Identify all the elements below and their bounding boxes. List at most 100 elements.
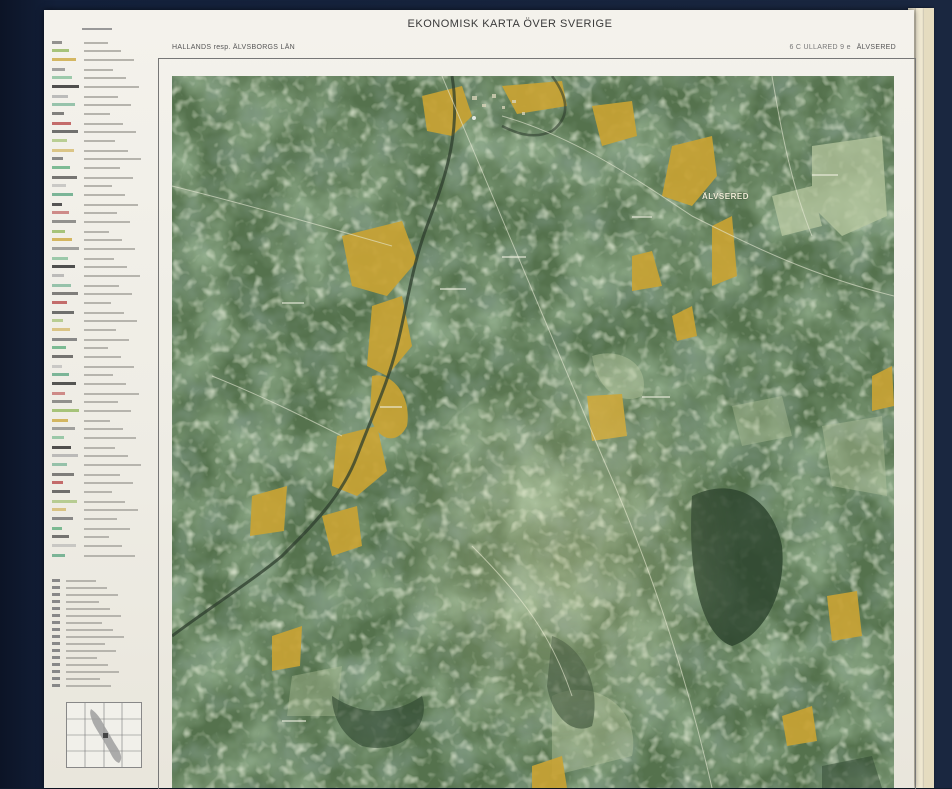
map-label <box>380 406 402 408</box>
legend-row <box>52 453 148 459</box>
legend-row <box>52 40 148 46</box>
legend-text <box>84 347 108 349</box>
legend-text <box>84 104 131 106</box>
legend-text <box>84 158 141 160</box>
sheet-identifier: 6 C ULLARED 9 e ÄLVSERED <box>789 44 896 51</box>
legend-symbol <box>52 355 73 358</box>
legend-symbol <box>52 257 68 260</box>
county-label: HALLANDS resp. ÄLVSBORGS LÄN <box>172 44 296 51</box>
legend-text <box>84 437 136 439</box>
legend-row <box>52 156 148 162</box>
legend-symbol <box>52 338 77 341</box>
legend-symbol <box>52 517 73 520</box>
legend-text <box>84 221 130 223</box>
legend-text <box>84 491 112 493</box>
map-legend <box>52 26 152 786</box>
legend-text <box>84 410 131 412</box>
legend-row <box>52 57 148 63</box>
legend-row <box>52 372 148 378</box>
legend-row <box>52 256 148 262</box>
legend-text <box>84 96 118 98</box>
legend-text <box>84 293 132 295</box>
legend-symbol <box>52 607 60 610</box>
legend-text <box>84 285 119 287</box>
legend-text <box>84 204 138 206</box>
legend-row <box>52 662 148 668</box>
legend-symbol <box>52 149 74 152</box>
legend-text <box>66 657 97 659</box>
legend-symbol <box>52 446 71 449</box>
legend-text <box>66 650 116 652</box>
legend-text <box>84 528 130 530</box>
legend-text <box>66 622 102 624</box>
orthophoto-map[interactable]: ÄLVSERED <box>172 76 894 788</box>
sheet-code: 6 C ULLARED 9 e <box>789 44 851 51</box>
legend-symbol <box>52 68 65 71</box>
legend-row <box>52 237 148 243</box>
legend-text <box>84 320 137 322</box>
legend-symbol <box>52 230 65 233</box>
legend-text <box>66 587 107 589</box>
legend-text <box>84 374 113 376</box>
legend-symbol <box>52 265 75 268</box>
legend-text <box>84 464 141 466</box>
legend-row <box>52 121 148 127</box>
map-label <box>282 720 306 722</box>
legend-row <box>52 634 148 640</box>
legend-symbol <box>52 600 60 603</box>
legend-row <box>52 620 148 626</box>
legend-row <box>52 399 148 405</box>
legend-row <box>52 445 148 451</box>
legend-symbol <box>52 49 69 52</box>
legend-row <box>52 592 148 598</box>
legend-symbol <box>52 463 67 466</box>
legend-row <box>52 337 148 343</box>
legend-text <box>84 266 127 268</box>
legend-text <box>66 629 113 631</box>
sheet-name: ÄLVSERED <box>856 44 896 51</box>
legend-symbol <box>52 346 66 349</box>
legend-text <box>84 123 123 125</box>
legend-row <box>52 480 148 486</box>
legend-text <box>84 42 108 44</box>
legend-text <box>84 77 126 79</box>
legend-symbol <box>52 527 62 530</box>
legend-symbol <box>52 284 71 287</box>
legend-row <box>52 264 148 270</box>
legend-text <box>84 420 110 422</box>
legend-symbol <box>52 544 76 547</box>
legend-row <box>52 273 148 279</box>
legend-text <box>66 601 99 603</box>
legend-text <box>84 275 140 277</box>
legend-text <box>84 113 110 115</box>
legend-text <box>66 643 105 645</box>
legend-symbol <box>52 176 77 179</box>
legend-text <box>84 455 128 457</box>
legend-symbol <box>52 274 64 277</box>
legend-text <box>84 177 133 179</box>
legend-symbol <box>52 85 79 88</box>
legend-symbol <box>52 103 75 106</box>
legend-row <box>52 283 148 289</box>
legend-row <box>52 310 148 316</box>
legend-row <box>52 391 148 397</box>
legend-symbol <box>52 454 78 457</box>
legend-text <box>66 664 108 666</box>
legend-text <box>84 474 120 476</box>
legend-row <box>52 426 148 432</box>
legend-text <box>84 185 112 187</box>
legend-text <box>84 140 115 142</box>
sheet-stack-edge-3 <box>924 8 934 788</box>
legend-text <box>84 212 117 214</box>
legend-row <box>52 102 148 108</box>
legend-text <box>66 671 119 673</box>
legend-symbol <box>52 481 63 484</box>
legend-text <box>84 545 122 547</box>
legend-row <box>52 75 148 81</box>
legend-text <box>84 447 115 449</box>
legend-symbol <box>52 649 60 652</box>
legend-symbol <box>52 508 66 511</box>
legend-text <box>84 366 134 368</box>
legend-symbol <box>52 311 74 314</box>
legend-symbol <box>52 586 60 589</box>
